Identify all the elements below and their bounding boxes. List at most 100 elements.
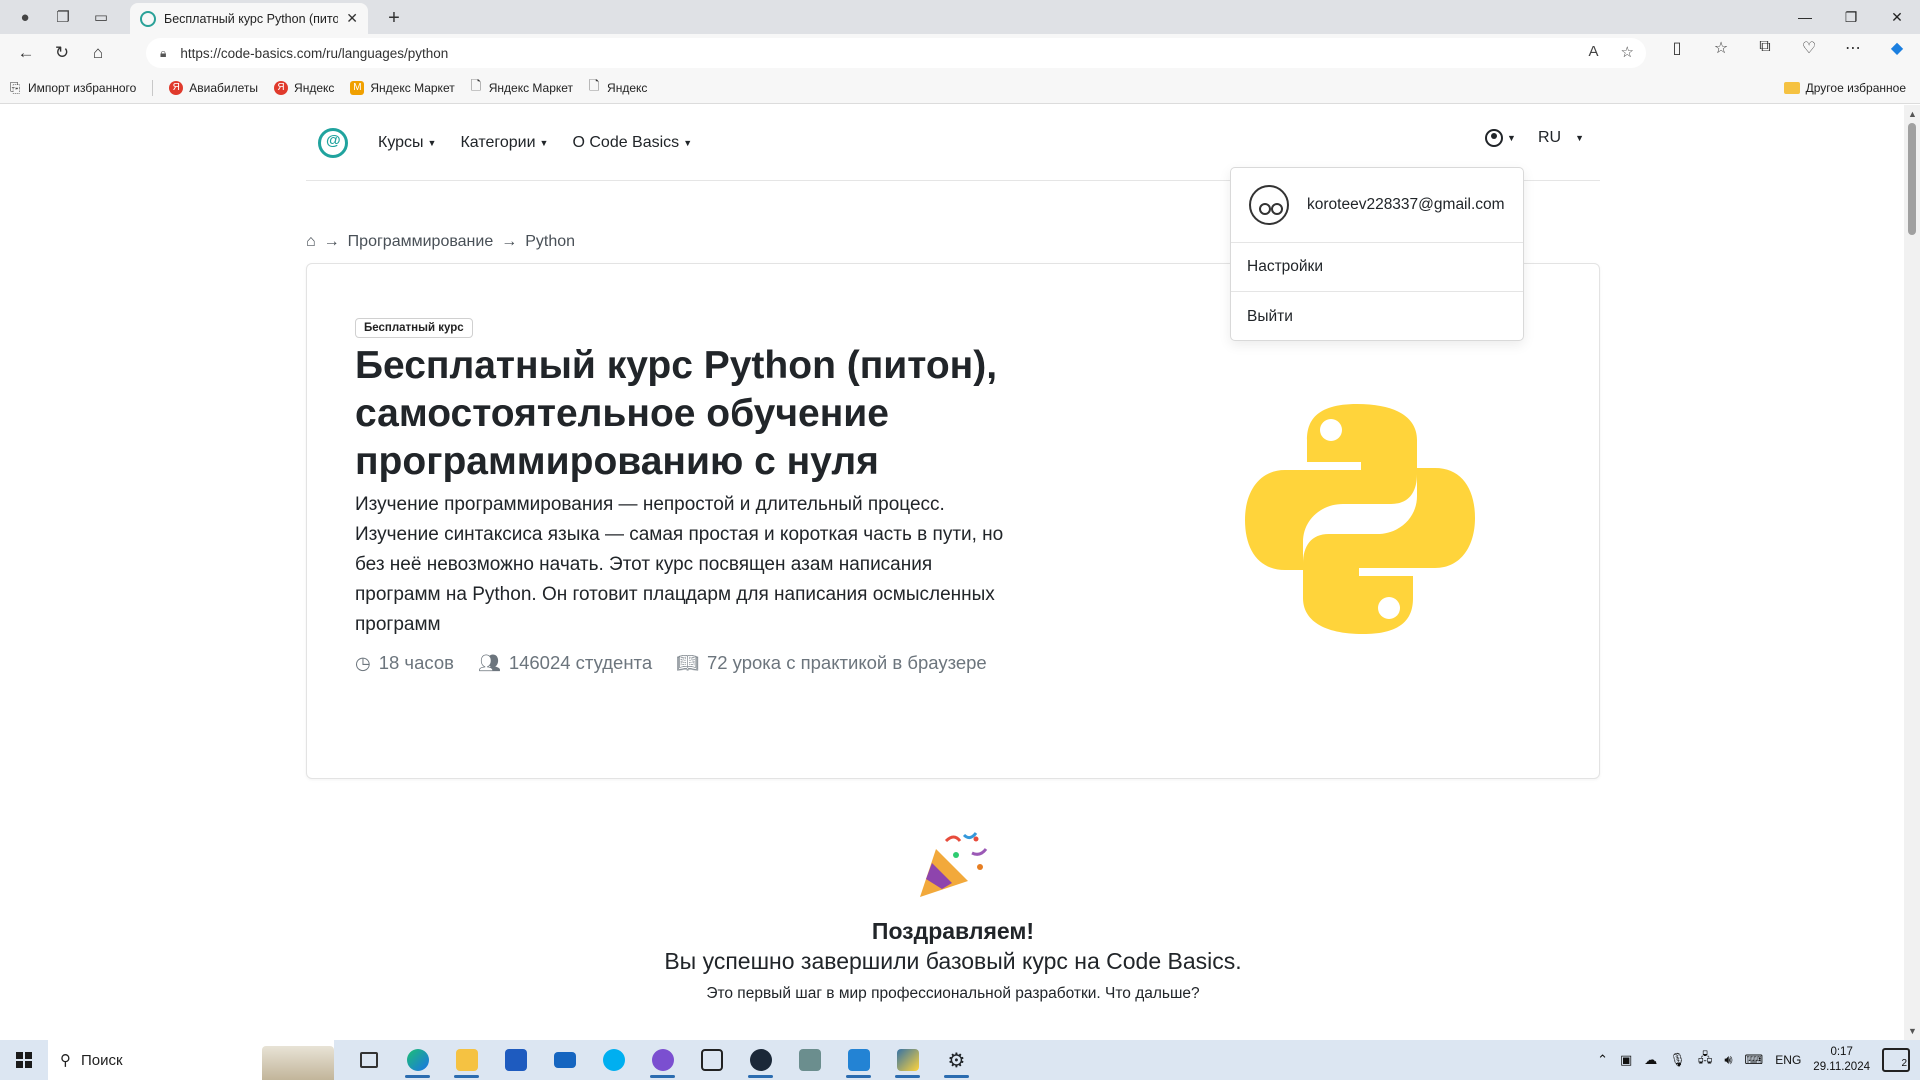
taskbar-search[interactable]: ⚲ Поиск [48,1040,334,1080]
favorites-icon[interactable]: ☆ [1706,38,1736,58]
split-screen-icon[interactable]: ▯ [1662,38,1692,58]
course-description: Изучение программирования — непростой и … [355,494,1004,635]
codebasics-logo-icon[interactable] [318,127,348,158]
python-idle-icon[interactable] [883,1040,932,1080]
user-circle-icon [1485,129,1504,147]
congrats-title: Поздравляем! [871,918,1035,944]
user-email: koroteev228337@gmail.com [1307,196,1505,213]
refresh-button[interactable]: ↻ [44,37,80,69]
microphone-icon[interactable]: 🎙︎ [1669,1052,1686,1068]
windows-logo-icon [16,1052,32,1068]
volume-icon[interactable]: 🔊︎ [1724,1052,1732,1068]
stat-duration: ◷ 18 часов [355,652,454,673]
skype-icon[interactable] [589,1040,638,1080]
copilot-icon[interactable]: ◆ [1882,38,1912,58]
bookmark-import[interactable]: ⎘ Импорт избранного [10,80,136,96]
restore-button[interactable]: ❐ [1828,0,1874,34]
scroll-up-icon[interactable]: ▲ [1908,109,1917,119]
minimize-button[interactable]: — [1782,0,1828,34]
course-stats: ◷ 18 часов 👥︎ 146024 студента 📖︎ 72 урок… [355,652,987,674]
bookmark-yandex[interactable]: Я Яндекс [274,80,334,95]
page-icon: 🗋︎ [589,77,600,93]
nav-categories-dropdown[interactable]: Категории ▼ [460,134,548,152]
browser-essentials-icon[interactable]: ♡ [1794,38,1824,58]
yandex-icon: Я [169,80,184,95]
system-tray: ⌃ ▣ ☁ 🎙︎ 🖧︎ 🔊︎ ⌨ ENG 0:17 29.11.2024 2 [1597,1040,1920,1080]
language-dropdown[interactable]: RU ▼ [1538,129,1584,147]
mail-icon[interactable] [540,1040,589,1080]
bookmarks-bar: ⎘ Импорт избранного Я Авиабилеты Я Яндек… [0,72,1920,104]
taskbar-clock[interactable]: 0:17 29.11.2024 [1813,1045,1870,1075]
read-aloud-icon[interactable]: A [1589,43,1599,61]
browser-tab[interactable]: Бесплатный курс Python (питон) ✕ [130,3,368,34]
page-scrollbar[interactable]: ▲ ▼ [1904,105,1920,1040]
free-course-badge: Бесплатный курс [355,318,473,338]
back-button[interactable]: ← [8,37,44,69]
page-icon: 🗋︎ [470,77,482,93]
messenger-icon[interactable] [638,1040,687,1080]
start-button[interactable] [0,1040,48,1080]
lock-icon[interactable]: 🔒︎ [160,46,166,61]
menu-item-settings[interactable]: Настройки [1231,243,1523,292]
tab-actions-icon[interactable]: ▭ [84,2,118,32]
bookmark-yandex-market[interactable]: М Яндекс Маркет [350,80,455,95]
address-toolbar: ← ↻ ⌂ 🔒︎ https://code-basics.com/ru/lang… [0,34,1920,72]
notification-count: 2 [1901,1058,1907,1069]
breadcrumb-separator: → [323,233,340,250]
market-icon: М [350,80,365,95]
tab-title: Бесплатный курс Python (питон) [164,11,339,26]
file-explorer-icon[interactable] [442,1040,491,1080]
clock-date: 29.11.2024 [1813,1061,1870,1073]
close-window-button[interactable]: ✕ [1874,0,1920,34]
congrats-note: Это первый шаг в мир профессиональной ра… [706,985,1200,1002]
menu-item-logout[interactable]: Выйти [1231,292,1523,341]
address-bar[interactable]: 🔒︎ https://code-basics.com/ru/languages/… [146,38,1646,68]
input-language[interactable]: ENG [1775,1053,1801,1067]
edge-icon[interactable] [393,1040,442,1080]
other-bookmarks[interactable]: Другое избранное [1783,81,1906,95]
breadcrumb-python[interactable]: Python [525,233,575,251]
more-menu-icon[interactable]: ⋯ [1838,38,1868,58]
bookmark-yandex-2[interactable]: 🗋︎ Яндекс [589,77,647,99]
bookmark-aviabilety[interactable]: Я Авиабилеты [169,80,258,95]
dropdown-user-info[interactable]: koroteev228337@gmail.com [1231,168,1523,243]
profile-icon[interactable]: ● [8,2,42,32]
notifications-icon[interactable]: 2 [1882,1048,1910,1072]
new-tab-button[interactable]: + [380,5,408,31]
collections-icon[interactable]: ⧉ [1750,38,1780,58]
scroll-down-icon[interactable]: ▼ [1908,1026,1917,1036]
breadcrumb-programming[interactable]: Программирование [348,233,494,251]
search-highlight-image [262,1046,334,1080]
app-window-icon[interactable] [785,1040,834,1080]
vscode-icon[interactable] [834,1040,883,1080]
caret-down-icon: ▼ [1575,133,1584,143]
nav-courses-dropdown[interactable]: Курсы ▼ [378,134,436,152]
fonts-app-icon[interactable] [687,1040,736,1080]
home-button[interactable]: ⌂ [80,37,116,69]
home-icon[interactable]: ⌂ [306,233,316,251]
task-view-icon[interactable] [344,1040,393,1080]
course-title: Бесплатный курс Python (питон), самостоя… [355,344,998,483]
caret-down-icon: ▼ [427,137,437,148]
settings-gear-icon[interactable]: ⚙ [932,1040,981,1080]
workspaces-icon[interactable]: ❐ [46,2,80,32]
caret-down-icon: ▼ [683,137,693,148]
stat-lessons: 📖︎ 72 урока с практикой в браузере [676,652,987,673]
onedrive-icon[interactable]: ☁ [1644,1052,1657,1068]
search-placeholder: Поиск [81,1051,123,1069]
keyboard-icon[interactable]: ⌨ [1745,1052,1764,1068]
steam-icon[interactable] [736,1040,785,1080]
bookmark-separator [152,79,154,96]
store-icon[interactable] [491,1040,540,1080]
favorite-star-icon[interactable]: ☆ [1621,43,1634,61]
chevron-up-icon[interactable]: ⌃ [1597,1052,1608,1068]
meet-now-icon[interactable]: ▣ [1620,1052,1632,1068]
nav-about-dropdown[interactable]: О Code Basics ▼ [572,134,692,152]
network-icon[interactable]: 🖧︎ [1698,1049,1713,1071]
bookmark-yandex-market-2[interactable]: 🗋︎ Яндекс Маркет [471,77,573,99]
user-menu-toggle[interactable]: ▼ [1485,129,1516,147]
users-icon: 👥︎ [477,652,501,673]
close-tab-icon[interactable]: ✕ [346,10,358,27]
yandex-icon: Я [274,80,289,95]
scroll-thumb[interactable] [1908,123,1916,235]
